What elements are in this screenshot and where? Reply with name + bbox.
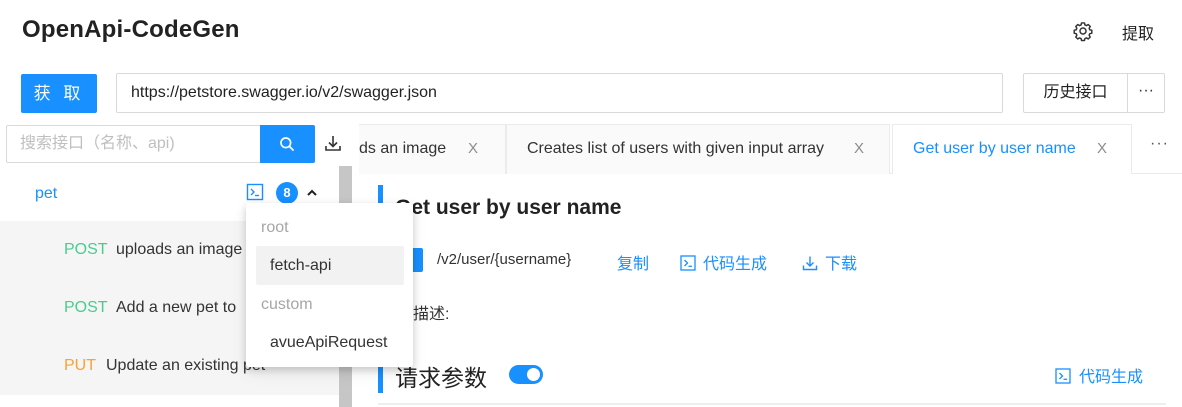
tab-bar: ds an image X Creates list of users with… (359, 124, 1182, 174)
tab-label: ds an image (359, 140, 447, 157)
download-label: 下载 (825, 256, 858, 273)
method-label: POST (64, 299, 108, 316)
dropdown-group-label: custom (261, 296, 313, 313)
api-search-input[interactable] (6, 125, 261, 163)
method-label: POST (64, 241, 108, 258)
toggle-knob (527, 368, 540, 381)
search-button[interactable] (260, 125, 315, 163)
download-icon[interactable] (324, 134, 342, 152)
dropdown-group-label: root (261, 219, 289, 236)
api-count-badge: 8 (276, 182, 298, 204)
description-label: 描述: (413, 306, 450, 323)
tabs-more-button[interactable]: ··· (1150, 135, 1169, 153)
api-detail-title: Get user by user name (395, 196, 622, 219)
gear-icon[interactable] (1072, 20, 1094, 42)
close-icon[interactable]: X (1097, 140, 1107, 157)
api-name: Add a new pet to (116, 299, 237, 316)
codegen-label: 代码生成 (703, 256, 768, 273)
app-window: OpenApi-CodeGen 提取 获 取 历史接口 ··· pet 8 (0, 0, 1182, 407)
method-label: PUT (64, 357, 96, 374)
dropdown-item-fetch-api[interactable]: fetch-api (256, 246, 404, 285)
fetch-button[interactable]: 获 取 (21, 74, 97, 113)
tab-label: Creates list of users with given input a… (527, 140, 825, 157)
params-codegen-label: 代码生成 (1079, 369, 1144, 386)
app-title: OpenApi-CodeGen (22, 16, 240, 43)
download-icon (802, 256, 818, 271)
dropdown-item-avue-api-request[interactable]: avueApiRequest (256, 323, 404, 362)
history-api-button[interactable]: 历史接口 (1023, 73, 1128, 113)
tab-get-user-by-name[interactable]: Get user by user name X (892, 124, 1132, 174)
divider (378, 403, 1166, 405)
params-codegen-button[interactable]: 代码生成 (1055, 363, 1143, 387)
api-name: uploads an image (116, 241, 243, 258)
tab-create-users-array[interactable]: Creates list of users with given input a… (506, 124, 890, 174)
codegen-template-dropdown: root fetch-api custom avueApiRequest (246, 203, 413, 367)
copy-button[interactable]: 复制 (617, 250, 649, 274)
close-icon[interactable]: X (854, 140, 864, 157)
api-path: /v2/user/{username} (437, 251, 572, 268)
history-more-button[interactable]: ··· (1127, 73, 1165, 113)
code-icon[interactable] (246, 183, 264, 201)
download-button[interactable]: 下载 (802, 250, 857, 274)
close-icon[interactable]: X (468, 140, 478, 157)
method-tag (412, 248, 423, 272)
search-icon (280, 137, 294, 151)
group-name: pet (35, 185, 58, 202)
extract-button[interactable]: 提取 (1122, 20, 1154, 44)
tab-label: Get user by user name (913, 140, 1076, 157)
code-icon (1055, 368, 1071, 384)
tab-upload-image[interactable]: ds an image X (359, 124, 506, 174)
code-icon (680, 255, 696, 271)
chevron-up-icon[interactable] (306, 187, 318, 199)
params-toggle[interactable] (509, 365, 543, 384)
copy-label: 复制 (617, 256, 650, 273)
api-name: Update an existing pet (106, 357, 266, 374)
swagger-url-input[interactable] (116, 73, 1003, 113)
codegen-button[interactable]: 代码生成 (680, 250, 767, 274)
